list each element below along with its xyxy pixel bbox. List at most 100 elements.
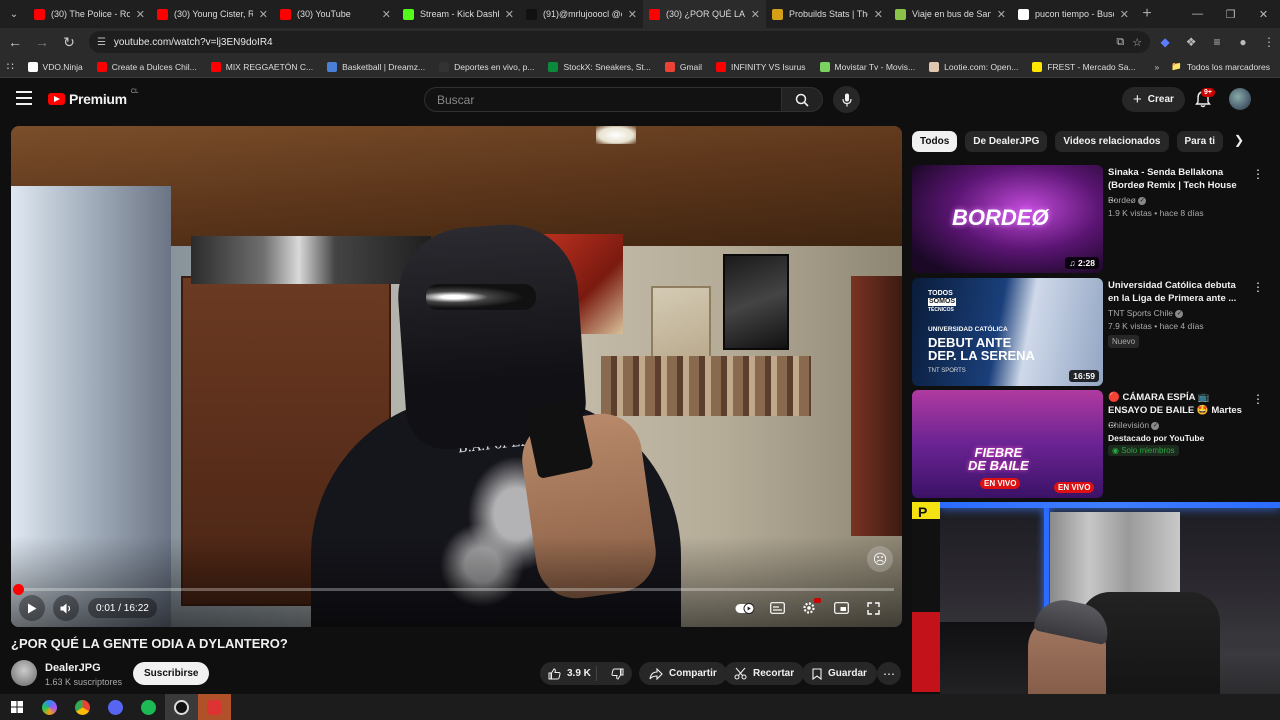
filter-chip[interactable]: Videos relacionados [1055,131,1169,152]
settings-button[interactable] [799,598,821,618]
extensions-puzzle-icon[interactable]: ❖ [1180,31,1202,53]
share-button[interactable]: Compartir [639,662,727,685]
back-icon[interactable]: ← [3,30,27,54]
hamburger-menu-icon[interactable] [16,91,32,105]
bookmark-star-icon[interactable]: ☆ [1132,36,1142,49]
channel-name[interactable]: DealerJPG [45,662,101,674]
video-thumbnail[interactable]: FIEBRE DE BAILE EN VIVO EN VIVO [912,390,1103,498]
app-icon[interactable] [99,694,132,720]
bookmark-item[interactable]: StockX: Sneakers, St... [541,61,657,72]
create-button[interactable]: + Crear [1122,87,1185,112]
more-actions-icon[interactable]: ⋯ [877,662,901,685]
bookmark-item[interactable]: Basketball | Dreamz... [320,61,432,72]
browser-tab[interactable]: pucon tiempo - Busc ✕ [1012,0,1135,28]
progress-scrubber[interactable] [13,584,24,595]
tab-close-icon[interactable]: ✕ [751,8,760,21]
profile-icon[interactable]: ● [1232,31,1254,53]
fullscreen-button[interactable] [863,598,883,618]
browser-tab[interactable]: Probuilds Stats | The ✕ [766,0,889,28]
play-button[interactable] [19,595,45,621]
recommendation-item[interactable]: TODOS SOMOS TÉCNICOS UNIVERSIDAD CATÓLIC… [912,278,1270,386]
restore-icon[interactable]: ❐ [1214,0,1247,28]
voice-search-button[interactable] [833,86,860,113]
browser-tab[interactable]: (91)@mrlujooocl @e ✕ [520,0,643,28]
partial-thumbnail[interactable]: P [912,502,940,692]
browser-tab[interactable]: (30) ¿POR QUÉ LA GE ✕ [643,0,766,28]
bookmark-item[interactable]: Create a Dulces Chil... [90,61,204,72]
chevron-right-icon[interactable]: ❯ [1234,133,1244,147]
filter-chip[interactable]: De DealerJPG [965,131,1048,152]
app-icon[interactable] [198,694,231,720]
bookmark-item[interactable]: FREST - Mercado Sa... [1025,61,1142,72]
bookmark-item[interactable]: Lootie.com: Open... [922,61,1025,72]
recommendation-channel[interactable]: TNT Sports Chile ✓ [1108,308,1184,318]
close-window-icon[interactable]: ✕ [1247,0,1280,28]
tab-close-icon[interactable]: ✕ [259,8,268,21]
browser-tab[interactable]: Stream - Kick Dashbo ✕ [397,0,520,28]
omnibox[interactable]: ☰ youtube.com/watch?v=lj3EN9doIR4 ⧉ ☆ [88,31,1151,53]
url-text[interactable]: youtube.com/watch?v=lj3EN9doIR4 [114,37,1108,48]
more-vert-icon[interactable]: ⋮ [1252,280,1264,294]
windows-start-icon[interactable] [0,694,33,720]
account-avatar[interactable] [1229,88,1251,110]
tab-close-icon[interactable]: ✕ [1120,8,1129,21]
video-thumbnail[interactable]: BORDEØ ♫ 2:28 [912,165,1103,273]
browser-menu-icon[interactable]: ⋮ [1258,31,1280,53]
forward-icon[interactable]: → [30,30,54,54]
tab-close-icon[interactable]: ✕ [874,8,883,21]
browser-tab[interactable]: (30) YouTube ✕ [274,0,397,28]
subscribe-button[interactable]: Suscribirse [133,662,210,685]
tab-search-chevron-icon[interactable]: ⌄ [0,0,28,28]
tab-close-icon[interactable]: ✕ [505,8,514,21]
recommendation-title[interactable]: Universidad Católica debuta en la Liga d… [1108,279,1246,305]
media-controls-icon[interactable]: ≡ [1206,31,1228,53]
recommendation-item[interactable]: FIEBRE DE BAILE EN VIVO EN VIVO 🔴 CÁMARA… [912,390,1270,498]
tab-close-icon[interactable]: ✕ [382,8,391,21]
filter-chip[interactable]: Para ti [1176,131,1224,152]
filter-chip[interactable]: Todos [912,131,958,152]
bookmark-item[interactable]: INFINITY VS Isurus [709,61,812,72]
bookmark-item[interactable]: Movistar Tv - Movis... [813,61,923,72]
minimize-icon[interactable]: — [1181,0,1214,28]
obs-icon[interactable] [165,694,198,720]
dislike-button[interactable] [603,668,632,680]
bookmark-item[interactable]: MIX REGGAETÓN C... [204,61,320,72]
tab-close-icon[interactable]: ✕ [997,8,1006,21]
miniplayer-button[interactable] [831,598,851,618]
subtitles-button[interactable] [767,598,787,618]
recommendation-channel[interactable]: Bordeø ✓ [1108,195,1147,205]
all-bookmarks-button[interactable]: 📁 Todos los marcadores [1171,61,1280,72]
bookmark-item[interactable]: Deportes en vivo, p... [432,61,541,72]
chrome-icon[interactable] [66,694,99,720]
autoplay-toggle[interactable] [735,598,755,618]
like-button[interactable]: 3.9 K [540,666,598,681]
recommendation-item[interactable]: BORDEØ ♫ 2:28 Sinaka - Senda Bellakona (… [912,165,1270,273]
search-button[interactable] [781,87,823,112]
bookmark-item[interactable]: Gmail [658,61,709,72]
video-player[interactable]: B.A.I of Erie Co. ☹ 0:01 / 16:22 [11,126,902,627]
volume-button[interactable] [53,595,79,621]
tab-close-icon[interactable]: ✕ [628,8,637,21]
reload-icon[interactable]: ↻ [57,30,81,54]
video-thumbnail[interactable]: TODOS SOMOS TÉCNICOS UNIVERSIDAD CATÓLIC… [912,278,1103,386]
browser-tab[interactable]: (30) The Police - Roxa ✕ [28,0,151,28]
tab-close-icon[interactable]: ✕ [136,8,145,21]
new-tab-button[interactable]: + [1135,5,1159,23]
extension-shield-icon[interactable]: ◆ [1154,31,1176,53]
open-in-app-icon[interactable]: ⧉ [1116,36,1124,49]
apps-grid-icon[interactable]: ∷ [0,60,21,73]
spotify-icon[interactable] [132,694,165,720]
bookmark-item[interactable]: VDO.Ninja [21,61,90,72]
more-bookmarks-icon[interactable]: » [1143,62,1172,72]
browser-tab[interactable]: (30) Young Cister, Rvl ✕ [151,0,274,28]
channel-avatar[interactable] [11,660,37,686]
save-button[interactable]: Guardar [802,662,877,685]
search-input[interactable]: Buscar [424,87,782,112]
copilot-icon[interactable] [33,694,66,720]
browser-tab[interactable]: Viaje en bus de Santi ✕ [889,0,1012,28]
youtube-premium-logo[interactable]: Premium CL [48,89,138,107]
recommendation-channel[interactable]: Chilevisión ✓ [1108,420,1160,430]
clip-button[interactable]: Recortar [724,662,805,685]
more-vert-icon[interactable]: ⋮ [1252,392,1264,406]
more-vert-icon[interactable]: ⋮ [1252,167,1264,181]
